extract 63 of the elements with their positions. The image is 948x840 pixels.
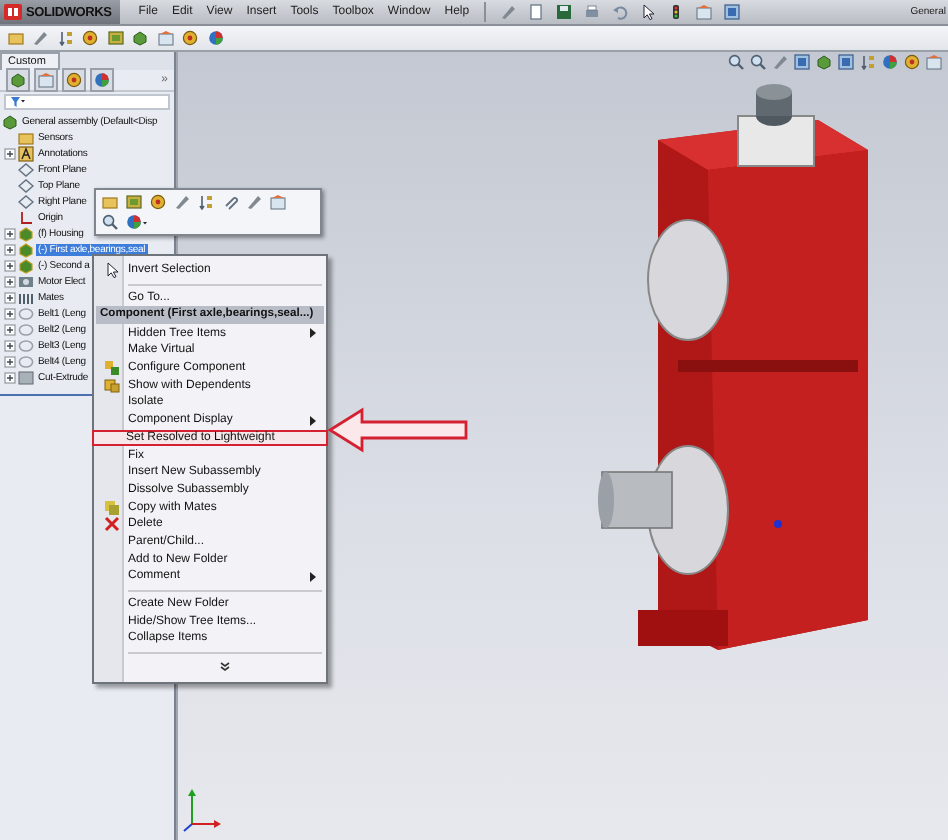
ds-logo-icon <box>4 4 22 20</box>
mates-icon <box>18 290 34 306</box>
pencil-icon[interactable] <box>174 194 190 210</box>
options-icon[interactable] <box>157 30 173 46</box>
display-tab-icon[interactable] <box>94 72 110 88</box>
axis-triad-icon <box>183 789 221 832</box>
print-icon[interactable] <box>583 4 600 20</box>
appearance-icon[interactable] <box>207 30 223 46</box>
expand-icon[interactable] <box>4 276 16 288</box>
expand-icon[interactable] <box>4 372 16 384</box>
open-folder-icon[interactable] <box>102 194 118 210</box>
part-icon[interactable] <box>107 30 123 46</box>
pencil-icon[interactable] <box>246 194 262 210</box>
window-icon[interactable] <box>723 4 740 20</box>
expand-icon[interactable] <box>4 324 16 336</box>
motor-icon <box>18 274 34 290</box>
pointer-icon <box>104 262 120 279</box>
dependents-icon <box>104 377 120 394</box>
copy-icon <box>104 499 120 516</box>
appearance-icon[interactable] <box>882 54 898 70</box>
display-icon[interactable] <box>926 54 942 70</box>
expand-icon[interactable] <box>4 228 16 240</box>
view-icon[interactable] <box>794 54 810 70</box>
expand-icon[interactable] <box>4 308 16 320</box>
open-folder-icon[interactable] <box>7 30 23 46</box>
filter-field[interactable] <box>4 94 170 110</box>
expand-icon[interactable] <box>4 148 16 160</box>
options-icon[interactable] <box>695 4 712 20</box>
expand-icon[interactable] <box>4 260 16 272</box>
pointer-icon[interactable] <box>639 4 656 20</box>
feature-tree-tab-icon[interactable] <box>10 72 26 88</box>
appearance-icon[interactable] <box>126 214 148 230</box>
view-icon[interactable] <box>838 54 854 70</box>
sort-icon[interactable] <box>57 30 73 46</box>
zoom-icon[interactable] <box>750 54 766 70</box>
sort-icon[interactable] <box>198 194 214 210</box>
section-icon[interactable] <box>860 54 876 70</box>
new-document-icon[interactable] <box>527 4 544 20</box>
delete-icon <box>104 516 120 533</box>
filter-icon[interactable] <box>10 96 26 108</box>
cut-icon <box>18 370 34 386</box>
zoom-icon[interactable] <box>728 54 744 70</box>
property-tab-icon[interactable] <box>38 72 54 88</box>
paperclip-icon[interactable] <box>222 194 238 210</box>
expand-icon[interactable] <box>4 356 16 368</box>
save-icon[interactable] <box>555 4 572 20</box>
cube-icon[interactable] <box>132 30 148 46</box>
annotation-icon <box>18 146 34 162</box>
folder-icon <box>18 130 34 146</box>
expand-icon[interactable] <box>4 244 16 256</box>
options-icon[interactable] <box>270 194 286 210</box>
expand-menu-icon[interactable] <box>219 662 229 673</box>
callout-arrow <box>327 407 468 453</box>
pencil-icon[interactable] <box>32 30 48 46</box>
origin-icon <box>18 210 34 226</box>
expand-icon[interactable] <box>4 340 16 352</box>
assembly-icon <box>2 114 18 130</box>
zoom-icon[interactable] <box>102 214 118 230</box>
configure-icon <box>104 360 120 377</box>
expand-icon[interactable] <box>4 292 16 304</box>
part-icon[interactable] <box>126 194 142 210</box>
traffic-light-icon[interactable] <box>667 4 684 20</box>
undo-icon[interactable] <box>611 4 628 20</box>
